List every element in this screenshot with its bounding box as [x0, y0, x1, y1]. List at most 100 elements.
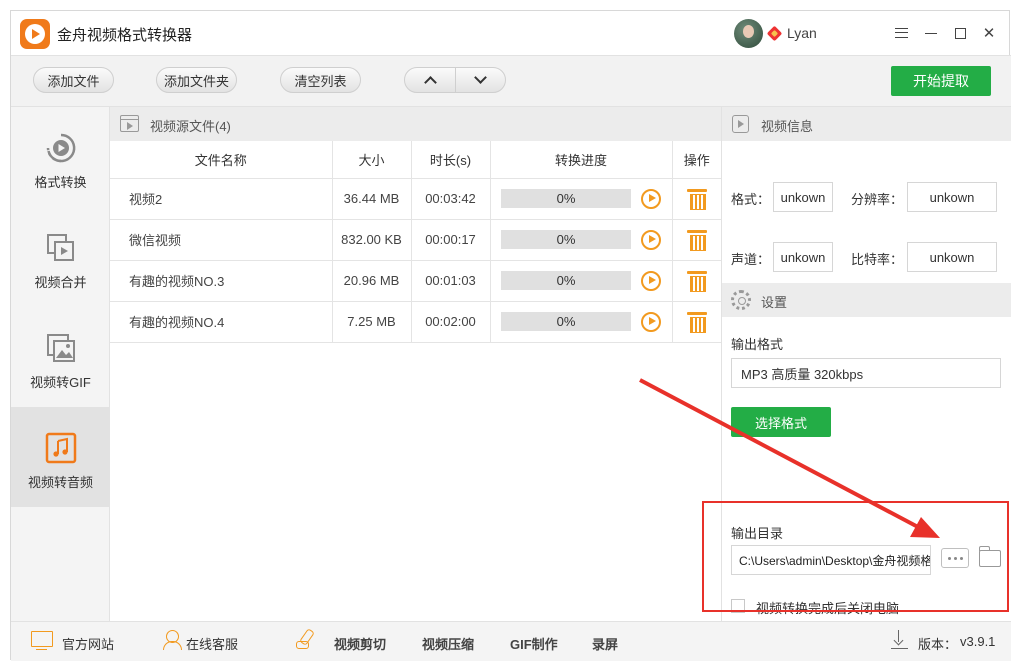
dot-icon	[959, 556, 963, 560]
table-row[interactable]: 有趣的视频NO.4 7.25 MB 00:02:00 0%	[110, 301, 721, 343]
app-title: 金舟视频格式转换器	[57, 27, 193, 44]
video-gif-icon	[47, 334, 75, 362]
minimize-icon	[925, 32, 937, 34]
clear-list-button[interactable]: 清空列表	[280, 67, 361, 93]
online-support-link[interactable]: 在线客服	[186, 634, 238, 653]
table-row[interactable]: 有趣的视频NO.3 20.96 MB 00:01:03 0%	[110, 260, 721, 302]
add-file-button[interactable]: 添加文件	[33, 67, 114, 93]
reorder-group	[404, 67, 506, 93]
screen-record-link[interactable]: 录屏	[592, 634, 618, 653]
support-icon	[163, 630, 182, 650]
file-name: 有趣的视频NO.4	[110, 301, 333, 343]
action-cell	[672, 260, 721, 302]
audio-channel-value: unkown	[773, 242, 833, 272]
column-header-name[interactable]: 文件名称	[110, 141, 333, 179]
trash-icon[interactable]	[686, 189, 707, 210]
format-label: 格式：	[731, 192, 771, 207]
action-cell	[672, 219, 721, 261]
table-row[interactable]: 视频2 36.44 MB 00:03:42 0%	[110, 178, 721, 220]
move-down-button[interactable]	[455, 68, 505, 92]
browse-more-button[interactable]	[941, 548, 969, 568]
shutdown-checkbox[interactable]	[731, 599, 745, 613]
file-table: 文件名称 大小 时长(s) 转换进度 操作 视频2 36.44 MB 00:03…	[110, 141, 721, 343]
trash-icon[interactable]	[686, 230, 707, 251]
menu-button[interactable]	[888, 20, 914, 46]
column-header-progress: 转换进度	[490, 141, 673, 179]
bitrate-value: unkown	[907, 242, 997, 272]
choose-format-button[interactable]: 选择格式	[731, 407, 831, 437]
website-link[interactable]: 官方网站	[62, 634, 114, 653]
chevron-down-icon	[474, 71, 487, 84]
move-up-button[interactable]	[405, 68, 455, 92]
output-format-label: 输出格式	[731, 337, 784, 352]
gif-make-link[interactable]: GIF制作	[510, 634, 558, 653]
file-duration: 00:03:42	[411, 178, 491, 220]
app-window: 金舟视频格式转换器 Lyan ✕ 添加文件 添加文件夹 清空列表 开始提取 格式…	[10, 10, 1011, 661]
play-icon[interactable]	[641, 188, 661, 209]
start-extract-button[interactable]: 开始提取	[891, 66, 991, 96]
file-name: 视频2	[110, 178, 333, 220]
sidebar-item-format-convert[interactable]: 格式转换	[11, 107, 110, 207]
vip-badge-icon	[766, 25, 783, 42]
dot-icon	[953, 556, 957, 560]
footer: 官方网站 在线客服 视频剪切 视频压缩 GIF制作 录屏 版本： v3.9.1	[11, 621, 1011, 661]
sidebar-item-label: 视频合并	[34, 275, 87, 290]
sidebar-item-video-gif[interactable]: 视频转GIF	[11, 307, 110, 407]
user-name[interactable]: Lyan	[787, 25, 817, 41]
progress-bar: 0%	[501, 189, 631, 208]
minimize-button[interactable]	[918, 20, 944, 46]
sidebar-item-video-audio[interactable]: 视频转音频	[11, 407, 110, 507]
action-cell	[672, 178, 721, 220]
dot-icon	[947, 556, 951, 560]
play-icon[interactable]	[641, 229, 661, 250]
version-label: 版本：	[918, 637, 958, 652]
progress-bar: 0%	[501, 271, 631, 290]
download-icon[interactable]	[891, 630, 908, 649]
progress-cell: 0%	[490, 260, 673, 302]
file-name: 有趣的视频NO.3	[110, 260, 333, 302]
output-format-field[interactable]: MP3 高质量 320kbps	[731, 358, 1001, 388]
progress-cell: 0%	[490, 178, 673, 220]
file-size: 36.44 MB	[332, 178, 412, 220]
close-button[interactable]: ✕	[976, 20, 1002, 46]
folder-icon[interactable]	[978, 546, 1001, 567]
gear-icon	[731, 290, 751, 310]
table-row[interactable]: 微信视频 832.00 KB 00:00:17 0%	[110, 219, 721, 261]
sidebar-item-label: 视频转GIF	[30, 375, 91, 390]
play-icon[interactable]	[641, 270, 661, 291]
close-icon: ✕	[982, 25, 996, 42]
progress-cell: 0%	[490, 219, 673, 261]
trash-icon[interactable]	[686, 312, 707, 333]
sidebar: 格式转换 视频合并 视频转GIF 视频转音频	[11, 107, 110, 621]
column-header-duration[interactable]: 时长(s)	[411, 141, 491, 179]
avatar[interactable]	[734, 19, 763, 48]
output-dir-field[interactable]: C:\Users\admin\Desktop\金舟视频格式转换器	[731, 545, 931, 575]
toolbar: 添加文件 添加文件夹 清空列表 开始提取	[11, 55, 1011, 107]
video-compress-link[interactable]: 视频压缩	[422, 634, 474, 653]
video-cut-link[interactable]: 视频剪切	[334, 634, 386, 653]
maximize-button[interactable]	[947, 20, 973, 46]
action-cell	[672, 301, 721, 343]
progress-cell: 0%	[490, 301, 673, 343]
shutdown-label[interactable]: 视频转换完成后关闭电脑	[756, 598, 899, 617]
play-icon[interactable]	[641, 311, 661, 332]
sidebar-item-video-merge[interactable]: 视频合并	[11, 207, 110, 307]
video-info-header: 视频信息	[722, 107, 1011, 141]
progress-bar: 0%	[501, 230, 631, 249]
right-panel: 视频信息 格式： unkown 分辨率： unkown 声道： unkown 比…	[721, 107, 1011, 621]
file-name: 微信视频	[110, 219, 333, 261]
progress-text: 0%	[556, 273, 576, 288]
progress-text: 0%	[556, 314, 576, 329]
column-header-size[interactable]: 大小	[332, 141, 412, 179]
file-size: 832.00 KB	[332, 219, 412, 261]
add-folder-button[interactable]: 添加文件夹	[156, 67, 237, 93]
file-size: 7.25 MB	[332, 301, 412, 343]
format-convert-icon	[46, 133, 76, 163]
file-size: 20.96 MB	[332, 260, 412, 302]
video-info-title: 视频信息	[761, 119, 814, 134]
file-duration: 00:00:17	[411, 219, 491, 261]
trash-icon[interactable]	[686, 271, 707, 292]
progress-bar: 0%	[501, 312, 631, 331]
sidebar-item-label: 视频转音频	[27, 475, 93, 490]
file-list-header: 视频源文件(4)	[110, 107, 721, 141]
